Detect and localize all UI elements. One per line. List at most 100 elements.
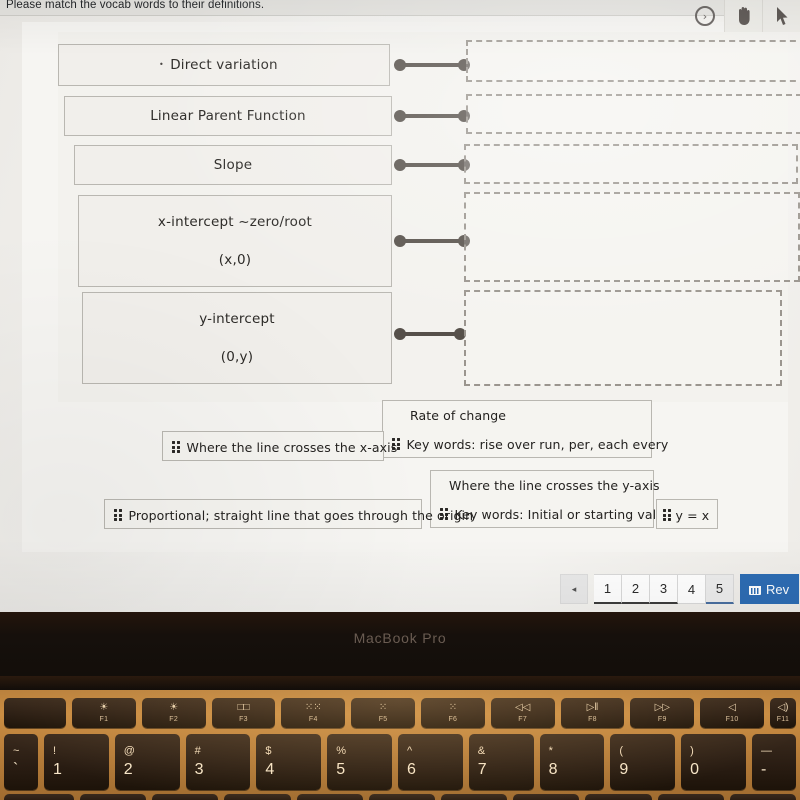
key-1[interactable]: ! 1 xyxy=(44,734,109,790)
key-partial[interactable] xyxy=(296,794,363,800)
pagination-page-4[interactable]: 4 xyxy=(678,574,706,604)
brightness-up-icon: ☀ xyxy=(169,702,179,713)
hand-tool-button[interactable] xyxy=(724,0,762,32)
answer-tile-row: Key words: rise over run, per, each ever… xyxy=(383,429,668,459)
key-f7[interactable]: ◁◁ F7 xyxy=(490,698,555,728)
key-partial[interactable] xyxy=(4,794,74,800)
match-connector[interactable] xyxy=(394,159,470,171)
pointer-icon xyxy=(776,7,787,25)
connector-bar xyxy=(398,332,462,336)
term-label: x-intercept ~zero/root xyxy=(157,214,313,230)
key-partial[interactable] xyxy=(657,794,724,800)
key-f6[interactable]: ⁙ F6 xyxy=(420,698,485,728)
term-label: y-intercept xyxy=(199,311,275,327)
key-partial[interactable] xyxy=(224,794,291,800)
key-partial[interactable] xyxy=(368,794,436,800)
play-pause-icon: ▷‖ xyxy=(586,702,599,713)
key-backtick[interactable]: ~ ` xyxy=(4,734,38,790)
term-tile[interactable]: • Direct variation xyxy=(58,44,390,86)
key-3[interactable]: # 3 xyxy=(185,734,251,790)
drop-zone[interactable] xyxy=(464,192,800,282)
key-minus[interactable]: — - xyxy=(751,734,796,790)
laptop-hinge xyxy=(0,676,800,690)
key-9[interactable]: ( 9 xyxy=(610,734,676,790)
pagination-page-3[interactable]: 3 xyxy=(650,574,678,604)
key-partial[interactable] xyxy=(729,794,797,800)
drop-zone[interactable] xyxy=(466,94,800,134)
term-tile[interactable]: y-intercept (0,y) xyxy=(82,292,392,384)
answer-tile[interactable]: y = x xyxy=(656,499,718,529)
pagination-prev-button[interactable]: ◂ xyxy=(560,574,588,604)
key-f10[interactable]: ◁ F10 xyxy=(700,698,764,728)
answer-tile[interactable]: Where the line crosses the x-axis xyxy=(162,431,397,461)
secondary-tool-button[interactable] xyxy=(762,0,800,32)
key-f3[interactable]: □□ F3 xyxy=(211,698,276,728)
drop-zone[interactable] xyxy=(464,144,798,184)
key-esc[interactable] xyxy=(4,698,66,728)
answer-tile-title: Rate of change xyxy=(410,407,507,423)
drag-handle-icon[interactable] xyxy=(663,509,671,521)
key-f2[interactable]: ☀ F2 xyxy=(141,698,206,728)
pagination-page-1[interactable]: 1 xyxy=(594,574,622,604)
key-f5[interactable]: ⁙ F5 xyxy=(351,698,415,728)
key-label: F4 xyxy=(308,716,318,723)
drag-handle-icon[interactable] xyxy=(172,441,180,453)
answer-tile-text: Proportional; straight line that goes th… xyxy=(128,507,474,523)
key-partial[interactable] xyxy=(80,794,147,800)
key-label: F10 xyxy=(725,716,739,723)
key-f4[interactable]: ⁙⁙ F4 xyxy=(281,698,346,728)
term-tile[interactable]: x-intercept ~zero/root (x,0) xyxy=(78,195,392,287)
mute-icon: ◁ xyxy=(728,702,736,713)
key-base-label: 2 xyxy=(123,761,133,778)
key-shift-label: ) xyxy=(690,745,694,757)
key-base-label: 4 xyxy=(265,761,275,778)
mission-control-icon: □□ xyxy=(237,702,250,713)
term-label: Linear Parent Function xyxy=(150,108,306,124)
key-partial[interactable] xyxy=(513,794,580,800)
key-4[interactable]: $ 4 xyxy=(256,734,322,790)
key-f8[interactable]: ▷‖ F8 xyxy=(560,698,625,728)
match-connector[interactable] xyxy=(394,110,470,122)
key-partial[interactable] xyxy=(585,794,652,800)
term-tile[interactable]: Linear Parent Function xyxy=(64,96,392,136)
topbar-divider xyxy=(0,15,800,16)
key-shift-label: $ xyxy=(265,745,272,757)
key-shift-label: — xyxy=(760,745,772,757)
connector-bar xyxy=(398,239,466,243)
key-2[interactable]: @ 2 xyxy=(114,734,180,790)
match-connector[interactable] xyxy=(394,328,466,340)
answer-tile[interactable]: Rate of change Key words: rise over run,… xyxy=(382,400,668,459)
key-partial[interactable] xyxy=(152,794,219,800)
key-0[interactable]: ) 0 xyxy=(681,734,746,790)
key-7[interactable]: & 7 xyxy=(468,734,534,790)
term-label: Direct variation xyxy=(170,57,278,73)
matching-panel: • Direct variation Linear Parent Functio… xyxy=(58,32,800,402)
fast-forward-icon: ▷▷ xyxy=(654,702,670,713)
key-label: F3 xyxy=(239,716,248,723)
answer-tile[interactable]: Proportional; straight line that goes th… xyxy=(104,499,473,530)
key-6[interactable]: ^ 6 xyxy=(397,734,463,790)
key-5[interactable]: % 5 xyxy=(327,734,392,790)
review-button[interactable]: Rev xyxy=(740,574,800,604)
instruction-text: Please match the vocab words to their de… xyxy=(6,0,265,11)
key-label: F1 xyxy=(99,716,109,723)
pagination-page-2[interactable]: 2 xyxy=(622,574,650,604)
key-f1[interactable]: ☀ F1 xyxy=(72,698,136,728)
term-tile[interactable]: Slope xyxy=(74,145,392,185)
next-arrow-button[interactable]: › xyxy=(686,0,724,32)
key-f11[interactable]: ◁) F11 xyxy=(769,698,796,728)
match-connector[interactable] xyxy=(394,59,470,71)
pagination-page-5[interactable]: 5 xyxy=(706,574,734,604)
key-f9[interactable]: ▷▷ F9 xyxy=(630,698,695,728)
drop-zone[interactable] xyxy=(466,40,800,82)
drag-handle-icon[interactable] xyxy=(114,509,122,521)
drop-zone[interactable] xyxy=(464,290,782,386)
key-8[interactable]: * 8 xyxy=(539,734,605,790)
next-arrow-icon: › xyxy=(695,6,715,26)
key-base-label: 3 xyxy=(194,761,204,778)
answer-tile-row: Proportional; straight line that goes th… xyxy=(105,500,473,530)
connector-dot-left xyxy=(394,328,406,340)
match-connector[interactable] xyxy=(394,235,470,247)
key-partial[interactable] xyxy=(441,794,508,800)
answer-tile-text: Where the line crosses the x-axis xyxy=(186,439,398,455)
